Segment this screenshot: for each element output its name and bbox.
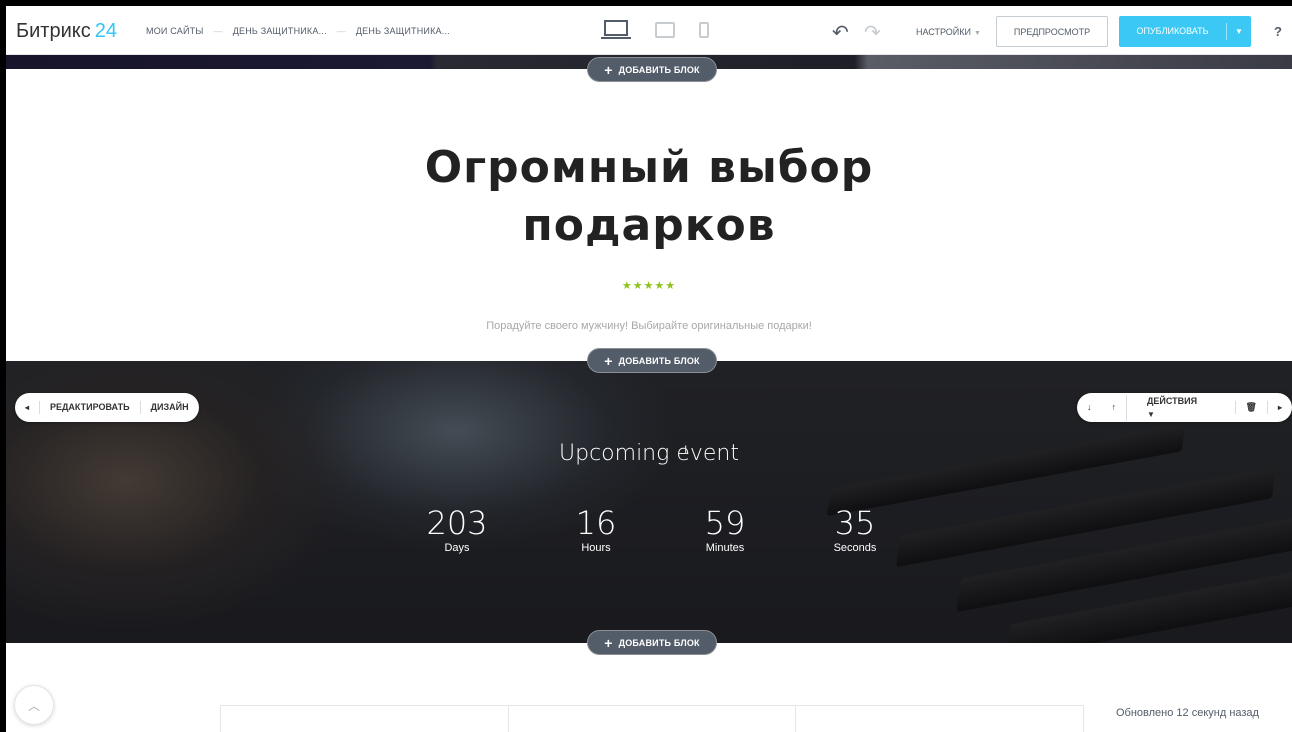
design-button[interactable]: ДИЗАЙН bbox=[139, 401, 199, 414]
settings-menu[interactable]: НАСТРОЙКИ ▼ bbox=[916, 27, 981, 37]
settings-label: НАСТРОЙКИ bbox=[916, 27, 971, 37]
add-block-label: ДОБАВИТЬ БЛОК bbox=[618, 637, 700, 648]
logo-text: Битрикс bbox=[16, 20, 91, 42]
rating-stars-icon: ★★★★★ bbox=[621, 280, 677, 292]
add-block-label: ДОБАВИТЬ БЛОК bbox=[618, 64, 700, 75]
breadcrumb-separator: — bbox=[336, 26, 346, 36]
countdown-seconds: 35 Seconds bbox=[815, 506, 895, 554]
hero-title-line2: подарков bbox=[522, 200, 776, 251]
scroll-to-top-button[interactable]: ︿ bbox=[14, 685, 54, 725]
actions-label: ДЕЙСТВИЯ bbox=[1147, 395, 1198, 406]
breadcrumb-site[interactable]: ДЕНЬ ЗАЩИТНИКА... bbox=[233, 26, 327, 36]
countdown-unit: Days bbox=[444, 542, 470, 554]
desktop-view-icon[interactable] bbox=[601, 20, 631, 40]
tablet-view-icon[interactable] bbox=[655, 22, 675, 38]
last-updated-status: Обновлено 12 секунд назад bbox=[1116, 707, 1259, 719]
help-icon[interactable]: ? bbox=[1274, 24, 1282, 39]
chevron-up-icon: ︿ bbox=[27, 698, 40, 713]
plus-icon: + bbox=[604, 61, 613, 78]
top-toolbar: Битрикс 24 МОИ САЙТЫ — ДЕНЬ ЗАЩИТНИКА... … bbox=[6, 6, 1292, 55]
plus-icon: + bbox=[604, 634, 613, 651]
chevron-down-icon: ▼ bbox=[1147, 409, 1155, 419]
card[interactable] bbox=[221, 706, 509, 732]
device-switcher bbox=[601, 20, 709, 40]
countdown-days: 203 Days bbox=[417, 506, 497, 554]
chevron-down-icon[interactable]: ▼ bbox=[1227, 27, 1251, 36]
breadcrumb-page[interactable]: ДЕНЬ ЗАЩИТНИКА... bbox=[356, 26, 450, 36]
block-edit-toolbar: ◂ РЕДАКТИРОВАТЬ ДИЗАЙН bbox=[15, 393, 199, 422]
hero-title[interactable]: Огромный выбор подарков bbox=[6, 139, 1292, 255]
countdown-hours: 16 Hours bbox=[556, 506, 636, 554]
edit-button[interactable]: РЕДАКТИРОВАТЬ bbox=[39, 401, 140, 414]
countdown-minutes: 59 Minutes bbox=[685, 506, 765, 554]
add-block-button[interactable]: + ДОБАВИТЬ БЛОК bbox=[587, 348, 717, 373]
plus-icon: + bbox=[604, 352, 613, 369]
hero-title-line1: Огромный выбор bbox=[424, 142, 874, 193]
countdown-unit: Minutes bbox=[705, 542, 745, 554]
breadcrumb-my-sites[interactable]: МОИ САЙТЫ bbox=[146, 26, 204, 36]
add-block-button[interactable]: + ДОБАВИТЬ БЛОК bbox=[587, 57, 717, 82]
text-cursor-icon: I bbox=[684, 443, 688, 457]
breadcrumb-separator: — bbox=[213, 26, 223, 36]
hero-subtitle[interactable]: Порадуйте своего мужчину! Выбирайте ориг… bbox=[6, 320, 1292, 332]
mobile-view-icon[interactable] bbox=[699, 22, 709, 38]
trash-icon[interactable]: 🗑 bbox=[1234, 401, 1267, 414]
event-title[interactable]: Upcoming event bbox=[6, 441, 1292, 466]
countdown-value: 59 bbox=[704, 504, 746, 542]
hero-block[interactable]: Огромный выбор подарков ★★★★★ Порадуйте … bbox=[6, 69, 1292, 361]
add-block-label: ДОБАВИТЬ БЛОК bbox=[618, 355, 700, 366]
chevron-down-icon: ▼ bbox=[974, 30, 981, 37]
redo-icon[interactable]: ↷ bbox=[864, 20, 881, 45]
publish-label: ОПУБЛИКОВАТЬ bbox=[1119, 23, 1227, 40]
countdown-unit: Hours bbox=[581, 542, 611, 554]
card[interactable] bbox=[796, 706, 1083, 732]
breadcrumb: МОИ САЙТЫ — ДЕНЬ ЗАЩИТНИКА... — ДЕНЬ ЗАЩ… bbox=[146, 26, 450, 36]
move-up-icon[interactable]: ↑ bbox=[1102, 401, 1127, 414]
bitrix24-logo[interactable]: Битрикс 24 bbox=[16, 20, 117, 43]
undo-icon[interactable]: ↶ bbox=[832, 20, 849, 45]
countdown-value: 203 bbox=[426, 504, 488, 542]
countdown-value: 16 bbox=[575, 504, 617, 542]
cards-row bbox=[220, 705, 1084, 732]
add-block-button[interactable]: + ДОБАВИТЬ БЛОК bbox=[587, 630, 717, 655]
block-actions-toolbar: ↓ ↑ ДЕЙСТВИЯ ▼ 🗑 ▸ bbox=[1077, 393, 1292, 422]
countdown-unit: Seconds bbox=[833, 542, 877, 554]
collapse-left-icon[interactable]: ◂ bbox=[15, 401, 39, 414]
card[interactable] bbox=[509, 706, 797, 732]
actions-menu[interactable]: ДЕЙСТВИЯ ▼ bbox=[1126, 394, 1235, 421]
publish-button[interactable]: ОПУБЛИКОВАТЬ ▼ bbox=[1119, 16, 1251, 47]
preview-button[interactable]: ПРЕДПРОСМОТР bbox=[996, 16, 1108, 47]
move-down-icon[interactable]: ↓ bbox=[1077, 401, 1102, 414]
logo-number: 24 bbox=[94, 20, 117, 42]
countdown-value: 35 bbox=[834, 504, 876, 542]
next-block[interactable]: ︿ Обновлено 12 секунд назад bbox=[6, 643, 1292, 732]
collapse-right-icon[interactable]: ▸ bbox=[1266, 401, 1292, 414]
